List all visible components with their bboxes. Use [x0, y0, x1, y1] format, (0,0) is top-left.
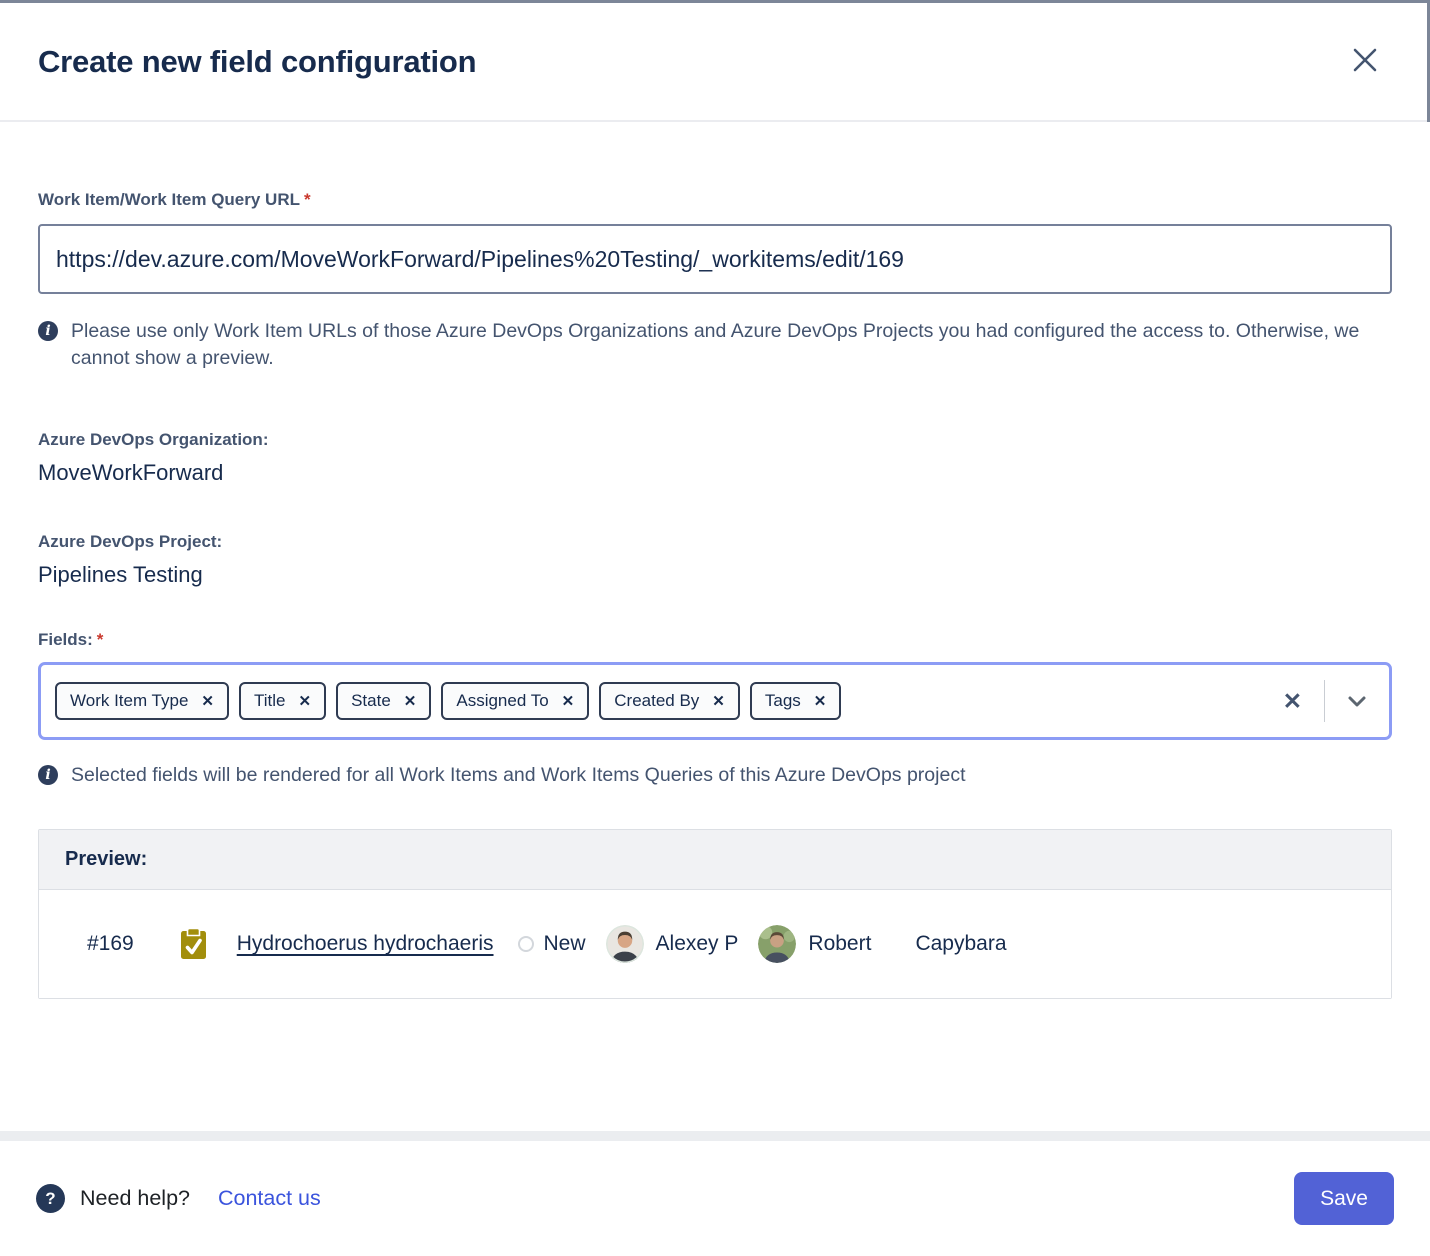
work-item-id: #169: [87, 932, 134, 956]
info-icon: i: [38, 765, 58, 785]
modal-body: Work Item/Work Item Query URL* i Please …: [0, 190, 1430, 999]
save-button[interactable]: Save: [1294, 1172, 1394, 1225]
modal-footer: ? Need help? Contact us Save: [0, 1131, 1430, 1256]
project-value: Pipelines Testing: [38, 562, 1392, 588]
url-info-note-text: Please use only Work Item URLs of those …: [71, 318, 1368, 372]
field-chip-label: Tags: [765, 691, 801, 711]
task-clipboard-icon: [178, 927, 209, 961]
url-field-label-text: Work Item/Work Item Query URL: [38, 190, 300, 209]
url-info-note: i Please use only Work Item URLs of thos…: [38, 318, 1368, 372]
fields-info-note: i Selected fields will be rendered for a…: [38, 762, 1368, 789]
selected-field-chips: Work Item Type✕Title✕State✕Assigned To✕C…: [55, 682, 1283, 720]
assigned-to-name: Alexey P: [656, 932, 739, 956]
field-chip: Assigned To ✕: [441, 682, 589, 720]
info-icon: i: [38, 321, 58, 341]
contact-us-link[interactable]: Contact us: [218, 1186, 321, 1211]
field-chip: Title ✕: [239, 682, 326, 720]
need-help-text: Need help?: [80, 1186, 190, 1211]
field-chip-label: Title: [254, 691, 286, 711]
project-label: Azure DevOps Project:: [38, 532, 1392, 552]
work-item-title-link[interactable]: Hydrochoerus hydrochaeris: [237, 932, 494, 956]
clear-all-icon[interactable]: ✕: [1283, 688, 1302, 715]
preview-panel: Preview: #169 Hydrochoerus hydrochaeris …: [38, 829, 1392, 999]
organization-label: Azure DevOps Organization:: [38, 430, 1392, 450]
footer-divider: [0, 1131, 1430, 1141]
question-mark-icon: ?: [36, 1184, 65, 1213]
select-divider: [1324, 680, 1325, 722]
organization-value: MoveWorkForward: [38, 460, 1392, 486]
field-chip: Tags ✕: [750, 682, 842, 720]
remove-field-icon[interactable]: ✕: [814, 692, 827, 710]
preview-header: Preview:: [39, 830, 1391, 890]
modal-top-edge: [0, 0, 1430, 3]
created-by-name: Robert: [808, 932, 871, 956]
remove-field-icon[interactable]: ✕: [201, 692, 214, 710]
fields-info-note-text: Selected fields will be rendered for all…: [71, 762, 966, 789]
work-item-url-input[interactable]: [38, 224, 1392, 294]
fields-multiselect[interactable]: Work Item Type✕Title✕State✕Assigned To✕C…: [38, 662, 1392, 740]
required-asterisk: *: [304, 190, 311, 209]
field-chip-label: Assigned To: [456, 691, 548, 711]
remove-field-icon[interactable]: ✕: [299, 692, 312, 710]
chevron-down-icon[interactable]: [1345, 689, 1369, 713]
remove-field-icon[interactable]: ✕: [562, 692, 575, 710]
field-chip-label: Work Item Type: [70, 691, 188, 711]
field-chip-label: Created By: [614, 691, 699, 711]
remove-field-icon[interactable]: ✕: [404, 692, 417, 710]
field-chip: State ✕: [336, 682, 431, 720]
created-by-avatar: [758, 925, 796, 963]
close-button[interactable]: [1348, 45, 1382, 79]
modal-header: Create new field configuration: [0, 0, 1430, 122]
required-asterisk: *: [97, 630, 104, 649]
fields-label: Fields:*: [38, 630, 1392, 650]
work-item-tags: Capybara: [915, 932, 1006, 956]
work-item-row: #169 Hydrochoerus hydrochaeris New: [39, 890, 1391, 998]
close-icon: [1350, 45, 1380, 78]
work-item-state: New: [544, 932, 586, 956]
remove-field-icon[interactable]: ✕: [712, 692, 725, 710]
assigned-to-avatar: [606, 925, 644, 963]
state-dot-icon: [518, 936, 534, 952]
field-chip-label: State: [351, 691, 391, 711]
fields-label-text: Fields:: [38, 630, 93, 649]
field-chip: Created By ✕: [599, 682, 740, 720]
modal-title: Create new field configuration: [38, 44, 476, 80]
url-field-label: Work Item/Work Item Query URL*: [38, 190, 1392, 210]
field-chip: Work Item Type ✕: [55, 682, 229, 720]
